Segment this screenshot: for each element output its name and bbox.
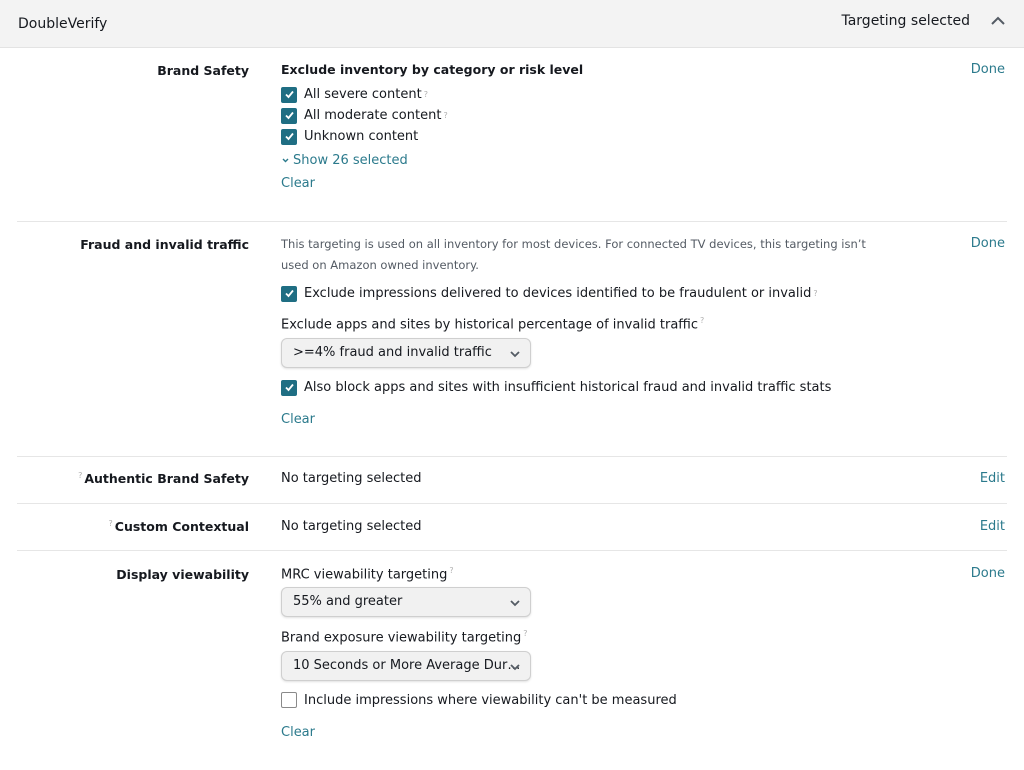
checkbox-unchecked[interactable] xyxy=(281,692,297,709)
brand-exposure-label: Brand exposure viewability targeting? xyxy=(281,629,677,645)
header-title: DoubleVerify xyxy=(18,16,108,32)
divider xyxy=(17,456,1007,457)
viewability-label: Display viewability xyxy=(116,567,249,582)
mrc-select[interactable]: 55% and greater xyxy=(281,587,531,618)
option-all-moderate[interactable]: All moderate content? xyxy=(281,105,583,126)
mrc-select-value: 55% and greater xyxy=(293,594,403,610)
chevron-down-icon xyxy=(510,351,520,358)
viewability-clear-link[interactable]: Clear xyxy=(281,725,315,740)
checkbox-checked[interactable] xyxy=(281,285,297,302)
option-all-severe[interactable]: All severe content? xyxy=(281,84,583,105)
option-label: Also block apps and sites with insuffici… xyxy=(304,380,832,396)
help-icon[interactable]: ? xyxy=(78,471,82,480)
fraud-description: This targeting is used on all inventory … xyxy=(281,237,866,272)
authentic-label-text: Authentic Brand Safety xyxy=(84,471,249,487)
doubleverify-header[interactable]: DoubleVerify Targeting selected xyxy=(0,0,1024,48)
show-selected-toggle[interactable]: Show 26 selected xyxy=(281,153,583,168)
help-icon[interactable]: ? xyxy=(443,111,447,120)
brand-exposure-label-text: Brand exposure viewability targeting xyxy=(281,630,522,646)
mrc-label-text: MRC viewability targeting xyxy=(281,567,448,583)
checkbox-checked[interactable] xyxy=(281,379,297,396)
brand-safety-label: Brand Safety xyxy=(157,63,249,78)
show-selected-link[interactable]: Show 26 selected xyxy=(293,153,408,168)
help-icon[interactable]: ? xyxy=(109,519,113,528)
targeting-status: Targeting selected xyxy=(841,13,970,29)
historical-select-value: >=4% fraud and invalid traffic xyxy=(293,345,492,361)
exclude-devices-option[interactable]: Exclude impressions delivered to devices… xyxy=(281,283,891,304)
viewability-done-button[interactable]: Done xyxy=(971,566,1005,581)
option-label: Exclude impressions delivered to devices… xyxy=(304,286,812,301)
historical-label-text: Exclude apps and sites by historical per… xyxy=(281,317,699,333)
option-label: Include impressions where viewability ca… xyxy=(304,692,677,708)
help-icon[interactable]: ? xyxy=(813,289,817,298)
fraud-label: Fraud and invalid traffic xyxy=(80,237,249,252)
checkbox-checked[interactable] xyxy=(281,86,297,103)
fraud-done-button[interactable]: Done xyxy=(971,236,1005,251)
divider xyxy=(17,503,1007,504)
checkbox-checked[interactable] xyxy=(281,107,297,124)
help-icon[interactable]: ? xyxy=(523,629,527,638)
custom-edit-button[interactable]: Edit xyxy=(980,519,1005,534)
include-unmeasured-option[interactable]: Include impressions where viewability ca… xyxy=(281,690,677,711)
chevron-down-icon xyxy=(282,158,289,163)
option-label: Unknown content xyxy=(304,129,419,144)
brand-exposure-select[interactable]: 10 Seconds or More Average Dur… xyxy=(281,650,531,681)
help-icon[interactable]: ? xyxy=(449,566,453,575)
brand-safety-heading: Exclude inventory by category or risk le… xyxy=(281,62,584,77)
chevron-down-icon xyxy=(510,600,520,607)
mrc-label: MRC viewability targeting? xyxy=(281,566,677,582)
custom-label: ? Custom Contextual xyxy=(107,519,249,534)
option-label: All moderate content xyxy=(304,108,442,123)
also-block-option[interactable]: Also block apps and sites with insuffici… xyxy=(281,377,891,398)
historical-label: Exclude apps and sites by historical per… xyxy=(281,316,891,332)
authentic-value: No targeting selected xyxy=(281,471,422,486)
authentic-edit-button[interactable]: Edit xyxy=(980,471,1005,486)
fraud-clear-link[interactable]: Clear xyxy=(281,412,315,427)
chevron-up-icon[interactable] xyxy=(989,12,1007,30)
checkbox-checked[interactable] xyxy=(281,128,297,145)
historical-select[interactable]: >=4% fraud and invalid traffic xyxy=(281,338,531,369)
option-label: All severe content xyxy=(304,87,422,102)
brand-exposure-select-value: 10 Seconds or More Average Dur… xyxy=(293,657,521,673)
option-unknown[interactable]: Unknown content xyxy=(281,126,583,147)
authentic-label: ? Authentic Brand Safety xyxy=(76,471,249,486)
help-icon[interactable]: ? xyxy=(424,90,428,99)
divider xyxy=(17,221,1007,222)
help-icon[interactable]: ? xyxy=(700,316,704,325)
divider xyxy=(17,550,1007,551)
brand-safety-done-button[interactable]: Done xyxy=(971,62,1005,77)
chevron-down-icon xyxy=(510,664,520,670)
custom-label-text: Custom Contextual xyxy=(114,519,249,535)
brand-safety-clear-link[interactable]: Clear xyxy=(281,176,315,191)
custom-value: No targeting selected xyxy=(281,519,422,534)
